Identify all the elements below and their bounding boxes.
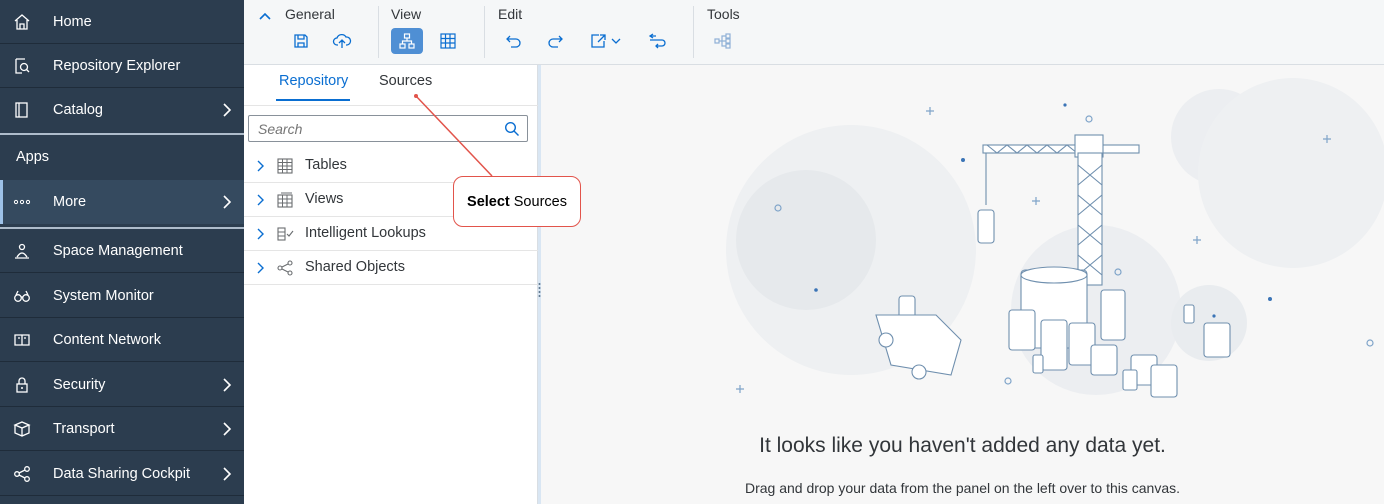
undo-icon xyxy=(506,35,521,48)
tree-item-label: Tables xyxy=(305,157,347,173)
catalog-icon xyxy=(15,102,28,118)
modeling-canvas[interactable]: It looks like you haven't added any data… xyxy=(541,65,1384,504)
selected-tab-indicator xyxy=(276,99,350,101)
divider xyxy=(0,133,244,135)
grid-icon xyxy=(440,33,456,49)
expand-chevron-icon[interactable] xyxy=(256,194,264,206)
nav-label: Security xyxy=(53,376,106,393)
side-navigation: Home Repository Explorer Catalog Apps Mo… xyxy=(0,0,244,504)
export-menu-button[interactable] xyxy=(584,28,628,54)
nav-label: More xyxy=(53,194,87,210)
lineage-icon xyxy=(714,33,731,49)
security-icon xyxy=(16,377,28,393)
active-indicator xyxy=(0,180,3,224)
nav-item-security[interactable]: Security xyxy=(0,363,244,407)
chevron-right-icon xyxy=(223,378,232,392)
nav-label: Content Network xyxy=(53,331,161,348)
apps-header-label: Apps xyxy=(16,149,50,165)
nav-label: Transport xyxy=(53,420,115,437)
repository-explorer-icon xyxy=(15,58,30,74)
tree-item-label: Views xyxy=(305,191,344,207)
redo-icon xyxy=(548,35,563,48)
undo-button[interactable] xyxy=(498,28,530,54)
nav-item-transport[interactable]: Transport xyxy=(0,407,244,451)
save-icon xyxy=(294,34,308,48)
chevron-right-icon xyxy=(223,195,232,209)
nav-item-system-monitor[interactable]: System Monitor xyxy=(0,274,244,318)
group-label-general: General xyxy=(285,6,335,22)
home-icon xyxy=(14,14,30,30)
nav-item-data-sharing-cockpit[interactable]: Data Sharing Cockpit xyxy=(0,452,244,496)
toolbar: General View Edit Tools xyxy=(244,0,1384,65)
chevron-right-icon xyxy=(223,467,232,481)
nav-label: System Monitor xyxy=(53,287,154,304)
empty-state-illustration xyxy=(726,78,1384,398)
content-network-icon xyxy=(14,334,30,346)
callout-text: Sources xyxy=(513,193,567,210)
tree-item-label: Intelligent Lookups xyxy=(305,225,426,241)
more-icon xyxy=(13,199,31,205)
expand-chevron-icon[interactable] xyxy=(256,160,264,172)
group-separator xyxy=(378,6,379,58)
callout-pointer xyxy=(414,94,493,177)
empty-state-subtitle: Drag and drop your data from the panel o… xyxy=(744,480,1181,496)
apps-section-header: Apps xyxy=(0,136,244,180)
space-management-icon xyxy=(15,243,29,259)
data-sharing-icon xyxy=(14,466,30,482)
diagram-icon xyxy=(399,33,415,49)
system-monitor-icon xyxy=(14,290,30,302)
nav-label: Space Management xyxy=(53,242,183,259)
transport-icon xyxy=(13,421,31,437)
collapse-chevron-up-icon[interactable] xyxy=(258,11,272,21)
auto-layout-button[interactable] xyxy=(641,28,673,54)
export-icon xyxy=(591,34,621,48)
diagram-view-button[interactable] xyxy=(391,28,423,54)
save-button[interactable] xyxy=(285,28,317,54)
impact-lineage-button[interactable] xyxy=(707,28,739,54)
nav-item-more[interactable]: More xyxy=(0,180,244,224)
cloud-upload-icon xyxy=(332,33,352,48)
nav-label: Home xyxy=(53,13,92,30)
table-icon xyxy=(277,158,293,174)
view-icon xyxy=(277,192,293,208)
nav-label: Repository Explorer xyxy=(53,57,181,74)
group-label-tools: Tools xyxy=(707,6,740,22)
expand-chevron-icon[interactable] xyxy=(256,262,264,274)
expand-chevron-icon[interactable] xyxy=(256,228,264,240)
table-view-button[interactable] xyxy=(432,28,464,54)
shared-objects-icon xyxy=(277,260,293,276)
chevron-right-icon xyxy=(223,422,232,436)
nav-label: Catalog xyxy=(53,102,103,118)
intelligent-lookup-icon xyxy=(277,227,294,241)
chevron-right-icon xyxy=(223,103,232,117)
annotation-callout: Select Sources xyxy=(453,176,581,227)
nav-item-content-network[interactable]: Content Network xyxy=(0,318,244,362)
group-label-view: View xyxy=(391,6,422,22)
callout-bold-text: Select xyxy=(467,193,510,210)
nav-item-catalog[interactable]: Catalog xyxy=(0,88,244,132)
nav-item-space-management[interactable]: Space Management xyxy=(0,229,244,273)
auto-layout-icon xyxy=(648,33,666,49)
empty-state-title: It looks like you haven't added any data… xyxy=(759,434,1166,457)
redo-button[interactable] xyxy=(539,28,571,54)
deploy-button[interactable] xyxy=(326,28,358,54)
nav-item-repository-explorer[interactable]: Repository Explorer xyxy=(0,44,244,88)
nav-item-home[interactable]: Home xyxy=(0,0,244,44)
group-separator xyxy=(693,6,694,58)
nav-label: Data Sharing Cockpit xyxy=(53,465,191,482)
group-separator xyxy=(484,6,485,58)
group-label-edit: Edit xyxy=(498,6,523,22)
tree-item-label: Shared Objects xyxy=(305,259,405,275)
tree-item-shared-objects[interactable]: Shared Objects xyxy=(244,251,538,285)
